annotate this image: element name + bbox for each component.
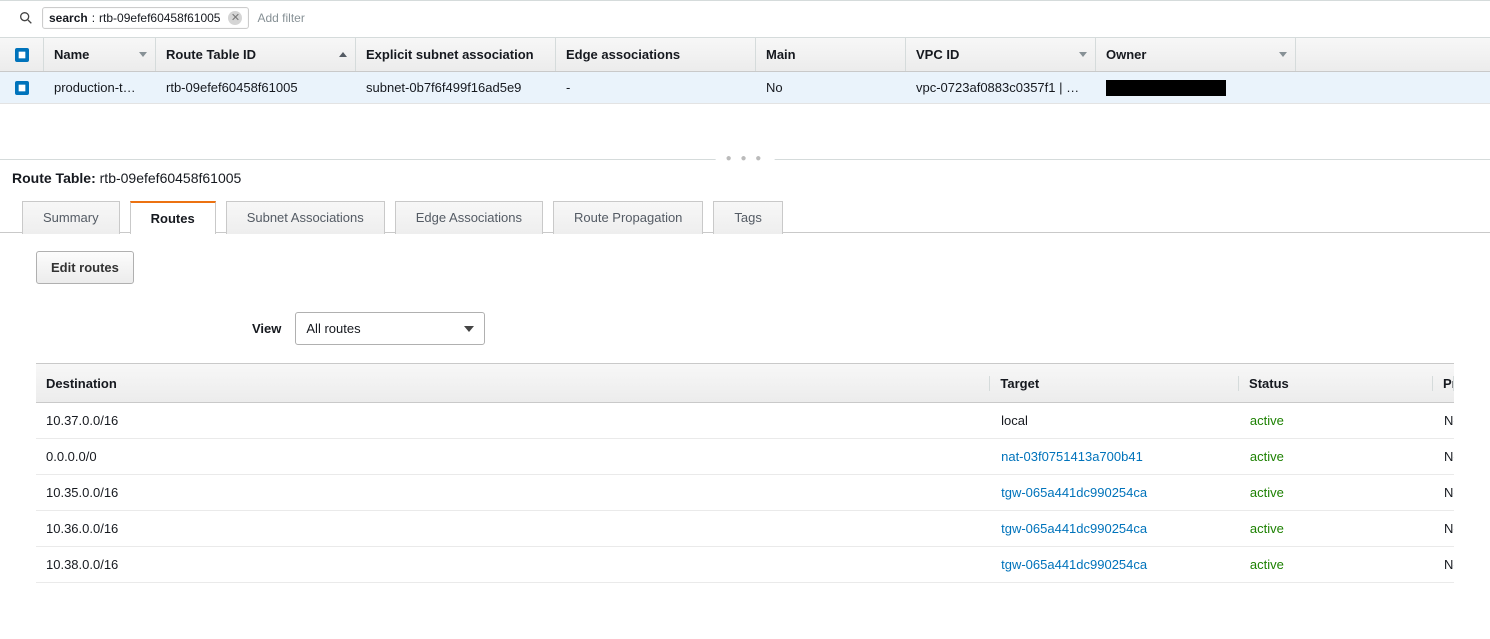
routes-row[interactable]: 10.37.0.0/16localactiveNo — [36, 403, 1454, 439]
route-destination: 0.0.0.0/0 — [36, 449, 991, 464]
routes-row[interactable]: 10.35.0.0/16tgw-065a441dc990254caactiveN… — [36, 475, 1454, 511]
route-target-link[interactable]: tgw-065a441dc990254ca — [991, 521, 1240, 536]
detail-title-label: Route Table: — [12, 170, 96, 186]
panel-splitter[interactable]: ● ● ● — [0, 159, 1490, 160]
view-selector-row: View All routes — [252, 312, 1454, 345]
route-propagated: No — [1434, 557, 1454, 572]
route-target-link[interactable]: nat-03f0751413a700b41 — [991, 449, 1240, 464]
row-owner — [1096, 72, 1296, 103]
tab-tags[interactable]: Tags — [713, 201, 782, 234]
filter-tag-key: search — [49, 11, 88, 25]
tab-routes[interactable]: Routes — [130, 201, 216, 234]
owner-redacted — [1106, 80, 1226, 96]
route-target-link[interactable]: tgw-065a441dc990254ca — [991, 557, 1240, 572]
route-propagated: No — [1434, 485, 1454, 500]
filter-tag[interactable]: search : rtb-09efef60458f61005 ✕ — [42, 7, 249, 29]
col-header-destination[interactable]: Destination — [36, 376, 990, 391]
row-name: production-t… — [44, 72, 156, 103]
tab-route-propagation[interactable]: Route Propagation — [553, 201, 703, 234]
detail-title-id: rtb-09efef60458f61005 — [100, 170, 242, 186]
table-row[interactable]: production-t… rtb-09efef60458f61005 subn… — [0, 72, 1490, 104]
drag-handle-icon[interactable]: ● ● ● — [716, 153, 775, 164]
filter-tag-value: rtb-09efef60458f61005 — [99, 11, 220, 25]
filter-tag-sep: : — [92, 11, 95, 25]
row-route-table-id: rtb-09efef60458f61005 — [156, 72, 356, 103]
routes-table: Destination Target Status Propagated 10.… — [36, 363, 1454, 583]
chevron-down-icon — [139, 52, 147, 57]
routes-table-header: Destination Target Status Propagated — [36, 363, 1454, 403]
route-status: active — [1240, 449, 1434, 464]
route-status: active — [1240, 485, 1434, 500]
detail-panel-title: Route Table: rtb-09efef60458f61005 — [0, 160, 1490, 200]
route-status: active — [1240, 413, 1434, 428]
tab-edge-associations[interactable]: Edge Associations — [395, 201, 543, 234]
add-filter-input[interactable]: Add filter — [257, 11, 304, 25]
col-header-name[interactable]: Name — [44, 38, 156, 71]
tab-summary[interactable]: Summary — [22, 201, 120, 234]
row-vpc-link[interactable]: vpc-0723af0883c0357f1 | … — [906, 72, 1096, 103]
select-all-cell[interactable] — [0, 38, 44, 71]
route-propagated: No — [1434, 449, 1454, 464]
route-destination: 10.37.0.0/16 — [36, 413, 991, 428]
tab-subnet-associations[interactable]: Subnet Associations — [226, 201, 385, 234]
route-tables-grid-header: Name Route Table ID Explicit subnet asso… — [0, 38, 1490, 72]
edit-routes-button[interactable]: Edit routes — [36, 251, 134, 284]
view-select[interactable]: All routes — [295, 312, 485, 345]
col-header-target[interactable]: Target — [990, 376, 1239, 391]
route-propagated: No — [1434, 413, 1454, 428]
sort-asc-icon — [339, 52, 347, 57]
col-header-route-table-id[interactable]: Route Table ID — [156, 38, 356, 71]
col-header-owner[interactable]: Owner — [1096, 38, 1296, 71]
detail-tabs: Summary Routes Subnet Associations Edge … — [0, 200, 1490, 233]
chevron-down-icon — [1279, 52, 1287, 57]
col-header-edge-assoc[interactable]: Edge associations — [556, 38, 756, 71]
row-checkbox[interactable] — [15, 81, 29, 95]
route-status: active — [1240, 557, 1434, 572]
select-all-checkbox[interactable] — [15, 48, 29, 62]
routes-row[interactable]: 0.0.0.0/0nat-03f0751413a700b41activeNo — [36, 439, 1454, 475]
col-header-subnet-assoc[interactable]: Explicit subnet association — [356, 38, 556, 71]
row-select-cell[interactable] — [0, 72, 44, 103]
route-target-link[interactable]: tgw-065a441dc990254ca — [991, 485, 1240, 500]
route-destination: 10.36.0.0/16 — [36, 521, 991, 536]
route-destination: 10.35.0.0/16 — [36, 485, 991, 500]
row-main: No — [756, 72, 906, 103]
route-status: active — [1240, 521, 1434, 536]
chevron-down-icon — [1079, 52, 1087, 57]
view-select-value: All routes — [306, 321, 360, 336]
col-header-propagated[interactable]: Propagated — [1433, 376, 1454, 391]
col-header-vpc-id[interactable]: VPC ID — [906, 38, 1096, 71]
chevron-down-icon — [464, 326, 474, 332]
view-label: View — [252, 321, 281, 336]
search-icon — [18, 10, 34, 26]
routes-row[interactable]: 10.36.0.0/16tgw-065a441dc990254caactiveN… — [36, 511, 1454, 547]
filter-bar: search : rtb-09efef60458f61005 ✕ Add fil… — [0, 0, 1490, 38]
row-subnet: subnet-0b7f6f499f16ad5e9 — [356, 72, 556, 103]
row-edge: - — [556, 72, 756, 103]
remove-filter-icon[interactable]: ✕ — [228, 11, 242, 25]
route-propagated: No — [1434, 521, 1454, 536]
routes-row[interactable]: 10.38.0.0/16tgw-065a441dc990254caactiveN… — [36, 547, 1454, 583]
col-header-main[interactable]: Main — [756, 38, 906, 71]
col-header-status[interactable]: Status — [1239, 376, 1433, 391]
detail-body: Edit routes View All routes Destination … — [0, 233, 1490, 601]
route-destination: 10.38.0.0/16 — [36, 557, 991, 572]
route-target: local — [991, 413, 1240, 428]
